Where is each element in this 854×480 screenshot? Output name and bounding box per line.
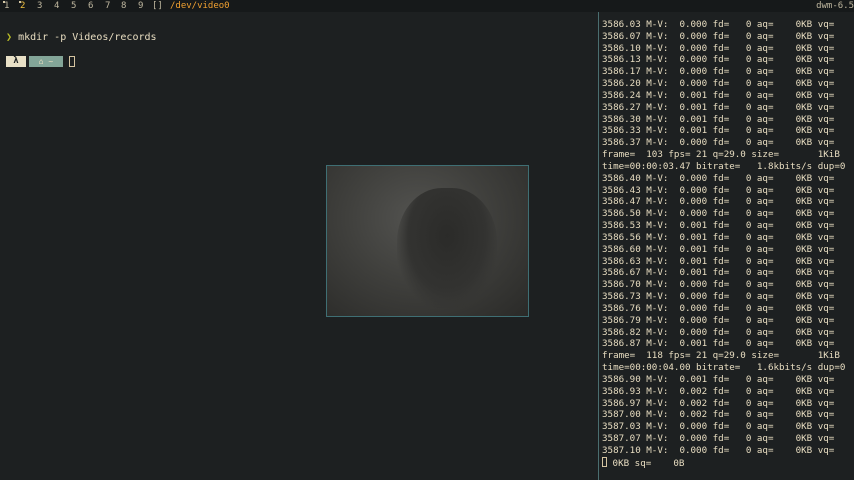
- log-line: 3586.17 M-V: 0.000 fd= 0 aq= 0KB vq=: [602, 66, 835, 78]
- log-line: 3586.07 M-V: 0.000 fd= 0 aq= 0KB vq=: [602, 30, 835, 42]
- tag-6[interactable]: 6: [88, 0, 93, 12]
- home-directory-segment: ⌂ ~: [29, 56, 63, 67]
- command-text: mkdir -p Videos/records: [18, 32, 157, 43]
- log-line: 3586.47 M-V: 0.000 fd= 0 aq= 0KB vq=: [602, 196, 835, 208]
- layout-indicator[interactable]: []: [152, 0, 163, 12]
- log-last-line-text: 0KB sq= 0B: [607, 457, 685, 469]
- log-line: 3586.13 M-V: 0.000 fd= 0 aq= 0KB vq=: [602, 54, 835, 66]
- log-line: frame= 118 fps= 21 q=29.0 size= 1KiB: [602, 350, 840, 362]
- log-line: 3586.53 M-V: 0.001 fd= 0 aq= 0KB vq=: [602, 220, 835, 232]
- ffmpeg-log: 3586.03 M-V: 0.000 fd= 0 aq= 0KB vq= 3586…: [602, 19, 846, 469]
- tag-label: 8: [121, 1, 127, 11]
- tag-7[interactable]: 7: [105, 0, 110, 12]
- log-line: 3586.63 M-V: 0.001 fd= 0 aq= 0KB vq=: [602, 255, 835, 267]
- prompt-arrow-icon: ❯: [6, 32, 13, 43]
- tag-label: 3: [37, 1, 43, 11]
- tag-4[interactable]: 4: [54, 0, 59, 12]
- log-line: 3587.00 M-V: 0.002 fd= 0 aq= 0KB vq=: [602, 409, 835, 421]
- tag-8[interactable]: 8: [121, 0, 126, 12]
- log-line: 3586.33 M-V: 0.001 fd= 0 aq= 0KB vq=: [602, 125, 835, 137]
- tag-5[interactable]: 5: [71, 0, 76, 12]
- log-line: 3586.40 M-V: 0.000 fd= 0 aq= 0KB vq=: [602, 172, 835, 184]
- camera-image-subject: [397, 188, 497, 308]
- log-line: 3586.60 M-V: 0.001 fd= 0 aq= 0KB vq=: [602, 243, 835, 255]
- log-line: 3587.03 M-V: 0.000 fd= 0 aq= 0KB vq=: [602, 421, 835, 433]
- tag-3[interactable]: 3: [37, 0, 42, 12]
- log-line: time=00:00:03.47 bitrate= 1.8kbits/s dup…: [602, 160, 846, 172]
- tag-1[interactable]: 1: [3, 0, 9, 12]
- log-line: 3586.93 M-V: 0.002 fd= 0 aq= 0KB vq=: [602, 385, 835, 397]
- log-line: 3586.03 M-V: 0.000 fd= 0 aq= 0KB vq=: [602, 19, 835, 30]
- log-line: frame= 103 fps= 21 q=29.0 size= 1KiB: [602, 149, 840, 161]
- camera-preview-window[interactable]: [326, 165, 529, 317]
- right-terminal[interactable]: 3586.03 M-V: 0.000 fd= 0 aq= 0KB vq= 3586…: [598, 12, 854, 480]
- status-text: dwm-6.5: [816, 1, 854, 11]
- log-line: 3586.27 M-V: 0.001 fd= 0 aq= 0KB vq=: [602, 101, 835, 113]
- log-line: time=00:00:04.00 bitrate= 1.6kbits/s dup…: [602, 362, 846, 374]
- log-last-line: 0KB sq= 0B: [602, 456, 845, 469]
- log-line: 3586.70 M-V: 0.000 fd= 0 aq= 0KB vq=: [602, 279, 835, 291]
- log-line: 3586.24 M-V: 0.001 fd= 0 aq= 0KB vq=: [602, 89, 835, 101]
- log-line: 3586.90 M-V: 0.001 fd= 0 aq= 0KB vq=: [602, 373, 835, 385]
- log-line: 3586.97 M-V: 0.002 fd= 0 aq= 0KB vq=: [602, 397, 835, 409]
- log-line: 3586.73 M-V: 0.000 fd= 0 aq= 0KB vq=: [602, 291, 835, 303]
- log-line: 3586.43 M-V: 0.000 fd= 0 aq= 0KB vq=: [602, 184, 835, 196]
- terminal-cursor: [69, 56, 75, 67]
- tag-occupied-indicator: [19, 1, 21, 3]
- tag-2[interactable]: 2: [19, 0, 25, 12]
- log-line: 3586.82 M-V: 0.000 fd= 0 aq= 0KB vq=: [602, 326, 835, 338]
- log-line: 3586.87 M-V: 0.001 fd= 0 aq= 0KB vq=: [602, 338, 835, 350]
- tag-label: 6: [88, 1, 94, 11]
- tag-label: 5: [71, 1, 77, 11]
- log-line: 3586.20 M-V: 0.000 fd= 0 aq= 0KB vq=: [602, 78, 835, 90]
- tag-label: 7: [105, 1, 111, 11]
- log-line: 3586.79 M-V: 0.000 fd= 0 aq= 0KB vq=: [602, 314, 835, 326]
- log-line: 3586.76 M-V: 0.000 fd= 0 aq= 0KB vq=: [602, 302, 835, 314]
- tag-label: 4: [54, 1, 60, 11]
- log-line: 3586.10 M-V: 0.000 fd= 0 aq= 0KB vq=: [602, 42, 835, 54]
- status-bar: 12 3 4567 8 9 [] /dev/video0 dwm-6.5: [0, 0, 854, 12]
- tag-occupied-indicator: [3, 1, 5, 3]
- tag-label: 9: [138, 1, 144, 11]
- log-line: 3586.37 M-V: 0.000 fd= 0 aq= 0KB vq=: [602, 137, 835, 149]
- log-line: 3586.30 M-V: 0.001 fd= 0 aq= 0KB vq=: [602, 113, 835, 125]
- window-title: /dev/video0: [170, 1, 230, 11]
- log-line: 3587.10 M-V: 0.000 fd= 0 aq= 0KB vq=: [602, 444, 835, 456]
- tag-9[interactable]: 9: [138, 0, 143, 12]
- command-line: ❯ mkdir -p Videos/records: [6, 32, 157, 43]
- log-line: 3586.50 M-V: 0.000 fd= 0 aq= 0KB vq=: [602, 208, 835, 220]
- log-line: 3586.67 M-V: 0.001 fd= 0 aq= 0KB vq=: [602, 267, 835, 279]
- log-line: 3586.56 M-V: 0.001 fd= 0 aq= 0KB vq=: [602, 231, 835, 243]
- lambda-prompt-segment: λ: [6, 56, 26, 67]
- log-line: 3587.07 M-V: 0.000 fd= 0 aq= 0KB vq=: [602, 432, 835, 444]
